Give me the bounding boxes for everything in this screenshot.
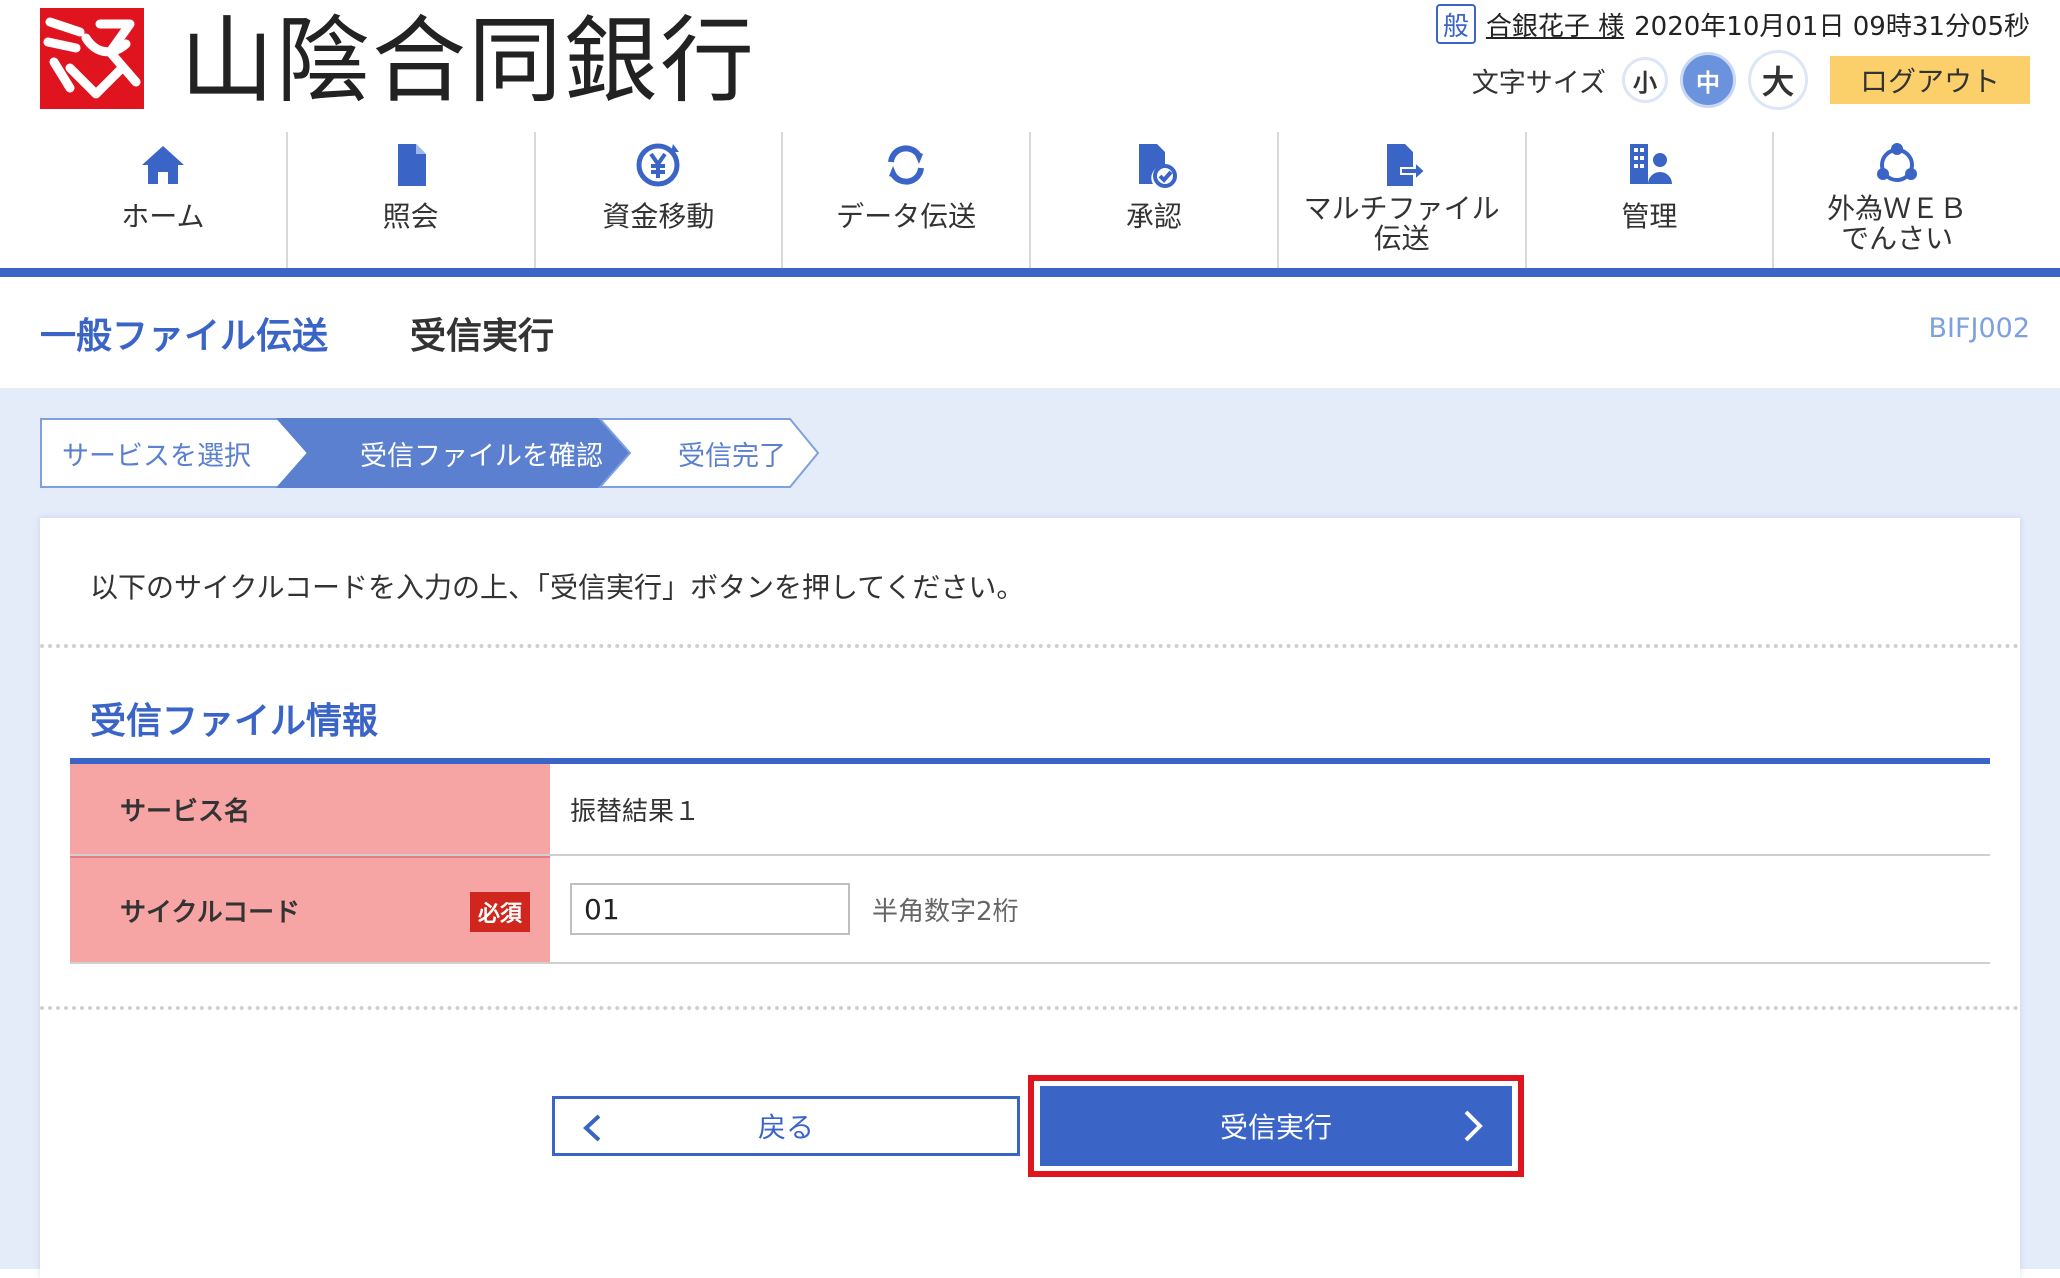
step-confirm-file: 受信ファイルを確認 [360, 440, 603, 472]
nav-label: 照会 [382, 200, 439, 233]
sync-icon [888, 145, 925, 185]
document-icon [397, 144, 426, 186]
nav-label: 管理 [1621, 200, 1678, 233]
required-badge: 必須 [469, 892, 530, 932]
chevron-left-icon [583, 1114, 601, 1142]
back-button[interactable]: 戻る [552, 1096, 1020, 1156]
content-area: サービスを選択 受信ファイルを確認 受信完了 以下のサイクルコードを入力の上、「… [0, 388, 2060, 1278]
font-size-large-button[interactable]: 大 [1748, 50, 1808, 110]
receive-execute-button[interactable]: 受信実行 [1040, 1086, 1512, 1166]
cycle-code-hint: 半角数字2桁 [872, 896, 1019, 927]
network-icon [1877, 143, 1918, 182]
page-title-band: 一般ファイル伝送 受信実行 BIFJ002 [0, 277, 2060, 388]
user-name-link[interactable]: 合銀花子 様 [1486, 6, 1624, 43]
screen-id: BIFJ002 [1928, 313, 2030, 344]
global-nav: ホーム 照会 資金移動 データ伝送 承認 マルチファイル 伝送 管理 外為ＷＥＢ… [40, 132, 2020, 268]
main-panel: 以下のサイクルコードを入力の上、「受信実行」ボタンを押してください。 受信ファイ… [40, 518, 2020, 1278]
file-send-icon [1386, 144, 1427, 186]
bank-name: 山陰合同銀行 [180, 7, 757, 116]
nav-item-approval[interactable]: 承認 [1031, 132, 1279, 268]
nav-item-fund-transfer[interactable]: 資金移動 [536, 132, 784, 268]
table-row: サービス名 振替結果１ [70, 764, 1990, 856]
logout-button[interactable]: ログアウト [1830, 56, 2030, 104]
cycle-code-header: サイクルコード 必須 [70, 856, 550, 962]
cycle-code-input[interactable] [570, 883, 850, 935]
table-row: サイクルコード 必須 半角数字2桁 [70, 856, 1990, 964]
font-size-label: 文字サイズ [1471, 67, 1606, 99]
header: 山陰合同銀行 般 合銀花子 様 2020年10月01日 09時31分05秒 文字… [0, 0, 2060, 132]
nav-item-home[interactable]: ホーム [40, 132, 288, 268]
home-icon [141, 146, 184, 184]
service-name-value: 振替結果１ [570, 796, 701, 827]
management-icon [1630, 144, 1673, 184]
divider [40, 644, 2020, 648]
divider [40, 1006, 2020, 1010]
execute-button-label: 受信実行 [1219, 1111, 1332, 1144]
nav-label: データ伝送 [836, 200, 977, 233]
yen-transfer-icon [636, 143, 680, 187]
cycle-code-label: サイクルコード [120, 897, 301, 928]
nav-label: ホーム [121, 200, 205, 233]
login-datetime: 2020年10月01日 09時31分05秒 [1634, 11, 2030, 42]
cycle-code-cell: 半角数字2桁 [550, 856, 1990, 962]
nav-label: 承認 [1125, 200, 1182, 233]
nav-label: 外為ＷＥＢ でんさい [1827, 192, 1968, 255]
nav-item-inquiry[interactable]: 照会 [288, 132, 536, 268]
nav-underline [0, 268, 2060, 277]
nav-item-management[interactable]: 管理 [1527, 132, 1775, 268]
nav-label: マルチファイル 伝送 [1303, 192, 1500, 255]
section-title: 受信ファイル情報 [90, 701, 379, 742]
chevron-right-icon [1464, 1110, 1483, 1142]
step-complete: 受信完了 [678, 440, 786, 472]
page-subtitle: 受信実行 [410, 316, 555, 357]
font-size-medium-button[interactable]: 中 [1680, 52, 1736, 108]
nav-item-data-transfer[interactable]: データ伝送 [783, 132, 1031, 268]
file-info-table: サービス名 振替結果１ サイクルコード 必須 半角数字2桁 [70, 758, 1990, 964]
page-title: 一般ファイル伝送 [40, 316, 329, 357]
instruction-text: 以下のサイクルコードを入力の上、「受信実行」ボタンを押してください。 [90, 571, 1025, 604]
approval-icon [1138, 144, 1177, 188]
nav-item-forex-densai[interactable]: 外為ＷＥＢ でんさい [1774, 132, 2020, 268]
service-name-label: サービス名 [70, 764, 550, 854]
user-info: 般 合銀花子 様 2020年10月01日 09時31分05秒 [1435, 4, 2030, 44]
bank-logo-icon [40, 8, 144, 109]
font-size-controls: 文字サイズ 小 中 大 ログアウト [1472, 50, 2030, 110]
user-type-badge: 般 [1435, 4, 1476, 44]
nav-label: 資金移動 [602, 200, 715, 233]
font-size-small-button[interactable]: 小 [1622, 57, 1668, 103]
nav-item-multi-file-transfer[interactable]: マルチファイル 伝送 [1279, 132, 1527, 268]
back-button-label: 戻る [757, 1111, 814, 1144]
step-select-service: サービスを選択 [62, 440, 251, 472]
